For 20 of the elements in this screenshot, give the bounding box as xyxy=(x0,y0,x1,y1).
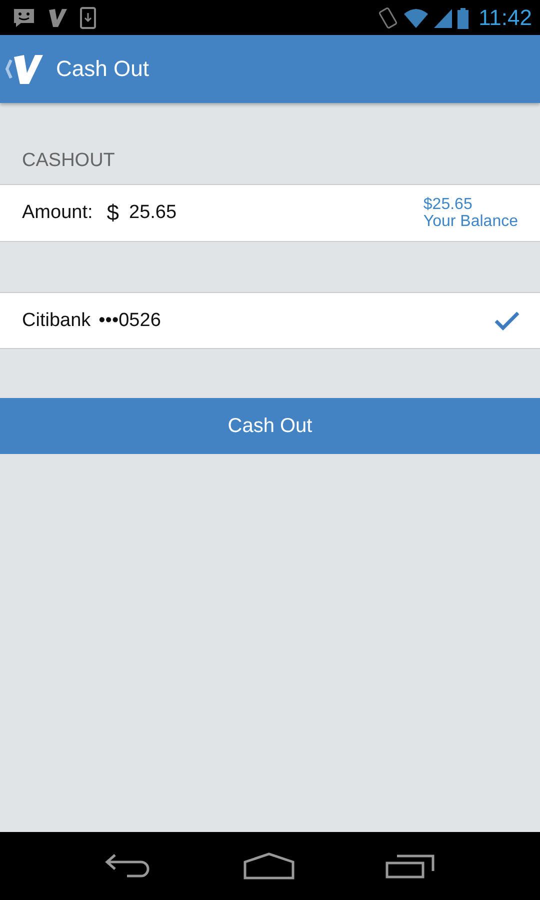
vibrate-icon xyxy=(376,6,399,30)
recent-apps-icon[interactable] xyxy=(385,853,435,879)
amount-label: Amount: xyxy=(22,202,93,224)
bank-account-row[interactable]: Citibank •••0526 xyxy=(0,293,540,349)
currency-symbol: $ xyxy=(106,200,120,226)
account-number: •••0526 xyxy=(98,310,161,332)
amount-input[interactable]: 25.65 xyxy=(129,202,177,224)
cash-out-button[interactable]: Cash Out xyxy=(0,398,540,454)
balance-amount: $25.65 xyxy=(423,196,474,213)
signal-icon xyxy=(432,6,453,28)
screen-title: Cash Out xyxy=(56,56,149,82)
download-icon xyxy=(80,6,96,28)
home-icon[interactable] xyxy=(243,852,295,880)
clock-time: 11:42 xyxy=(478,4,532,30)
balance-label: Your Balance xyxy=(423,213,518,230)
chat-icon xyxy=(12,6,36,28)
logo-icon xyxy=(48,6,68,28)
bank-name: Citibank xyxy=(22,310,91,332)
battery-icon xyxy=(456,6,469,28)
wifi-icon xyxy=(402,6,429,28)
